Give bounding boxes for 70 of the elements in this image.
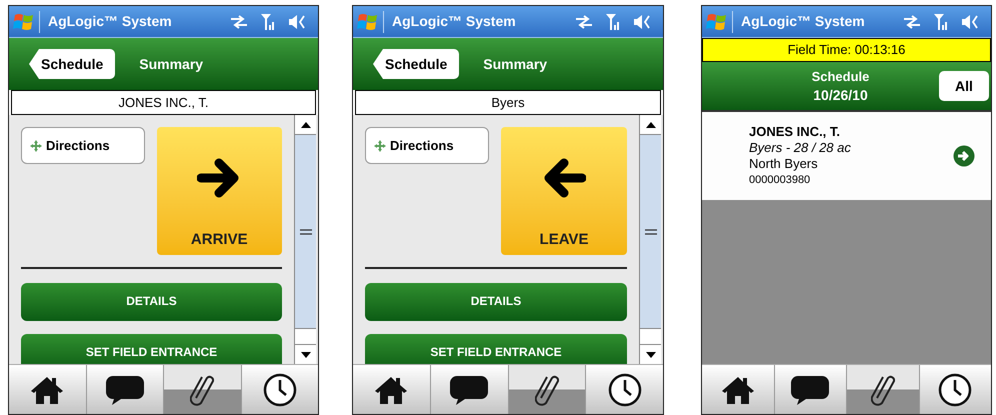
location: North Byers bbox=[749, 156, 819, 172]
header-title: Summary bbox=[483, 54, 548, 74]
clock-icon bbox=[938, 372, 972, 406]
tab[interactable] bbox=[9, 365, 86, 414]
scroll-up-icon[interactable] bbox=[300, 122, 310, 128]
scrollbar[interactable] bbox=[294, 115, 316, 364]
move-arrows-icon bbox=[30, 140, 42, 152]
action-button[interactable]: SET FIELD ENTRANCE bbox=[365, 334, 627, 364]
tab[interactable] bbox=[508, 365, 586, 414]
action-button[interactable]: DETAILS bbox=[365, 283, 627, 321]
scroll-up-icon[interactable] bbox=[646, 122, 656, 128]
tab[interactable] bbox=[164, 365, 242, 414]
action-button[interactable]: DETAILS bbox=[21, 283, 282, 321]
speaker-muted-icon bbox=[288, 14, 306, 30]
tab[interactable] bbox=[847, 365, 920, 414]
field-acreage: Byers - 28 / 28 ac bbox=[749, 140, 852, 156]
scrollbar-track-gap bbox=[295, 328, 316, 344]
tab[interactable] bbox=[920, 365, 991, 414]
scroll-down-icon[interactable] bbox=[646, 352, 656, 358]
window-title: AgLogic™ System bbox=[741, 12, 865, 31]
tab[interactable] bbox=[353, 365, 431, 414]
clock-icon bbox=[608, 372, 642, 406]
header-date: 10/26/10 bbox=[813, 86, 868, 104]
schedule-list-item[interactable]: JONES INC., T. Byers - 28 / 28 ac North Byers 0000003980 bbox=[702, 112, 991, 200]
speech-bubble-icon bbox=[449, 374, 490, 406]
arrive-leave-button[interactable]: LEAVE bbox=[501, 127, 627, 255]
home-icon bbox=[374, 374, 408, 404]
tab[interactable] bbox=[586, 365, 663, 414]
arrive-leave-button[interactable]: ARRIVE bbox=[156, 127, 282, 255]
name-field: JONES INC., T. bbox=[11, 90, 316, 115]
left-arrow-icon bbox=[542, 158, 586, 198]
header-title: Schedule bbox=[812, 68, 870, 86]
grip-icon bbox=[644, 228, 656, 234]
tab[interactable] bbox=[430, 365, 508, 414]
tab[interactable] bbox=[774, 365, 847, 414]
tab[interactable] bbox=[702, 365, 774, 414]
directions-button[interactable]: Directions bbox=[21, 127, 145, 164]
scroll-down-icon[interactable] bbox=[300, 352, 310, 358]
field-time-bar: Field Time: 00:13:16 bbox=[702, 38, 991, 62]
back-button[interactable]: Schedule bbox=[373, 49, 460, 79]
back-button[interactable]: Schedule bbox=[29, 49, 116, 79]
sync-arrows-icon bbox=[230, 14, 248, 28]
speech-bubble-icon bbox=[790, 374, 830, 406]
home-icon bbox=[720, 374, 755, 404]
signal-icon bbox=[260, 12, 276, 30]
signal-icon bbox=[605, 12, 621, 30]
name-field: Byers bbox=[355, 90, 661, 115]
customer-name: JONES INC., T. bbox=[749, 124, 842, 140]
scrollbar-track-gap bbox=[640, 328, 661, 344]
move-arrows-icon bbox=[374, 140, 386, 152]
sync-arrows-icon bbox=[903, 14, 921, 28]
sync-arrows-icon bbox=[575, 14, 593, 28]
window-title: AgLogic™ System bbox=[48, 12, 172, 31]
window-title: AgLogic™ System bbox=[392, 12, 516, 31]
action-button[interactable]: SET FIELD ENTRANCE bbox=[21, 334, 282, 364]
grip-icon bbox=[300, 228, 312, 234]
speech-bubble-icon bbox=[104, 374, 145, 406]
right-arrow-icon bbox=[197, 158, 242, 198]
speaker-muted-icon bbox=[633, 14, 651, 30]
directions-button[interactable]: Directions bbox=[365, 127, 489, 164]
order-number: 0000003980 bbox=[749, 173, 812, 188]
header-title: Summary bbox=[139, 54, 204, 74]
home-icon bbox=[30, 374, 64, 404]
clock-icon bbox=[262, 372, 297, 406]
scrollbar[interactable] bbox=[639, 115, 661, 364]
signal-icon bbox=[933, 12, 949, 30]
filter-button[interactable]: All bbox=[939, 71, 989, 101]
tab[interactable] bbox=[86, 365, 164, 414]
speaker-muted-icon bbox=[961, 14, 979, 30]
tab[interactable] bbox=[242, 365, 318, 414]
